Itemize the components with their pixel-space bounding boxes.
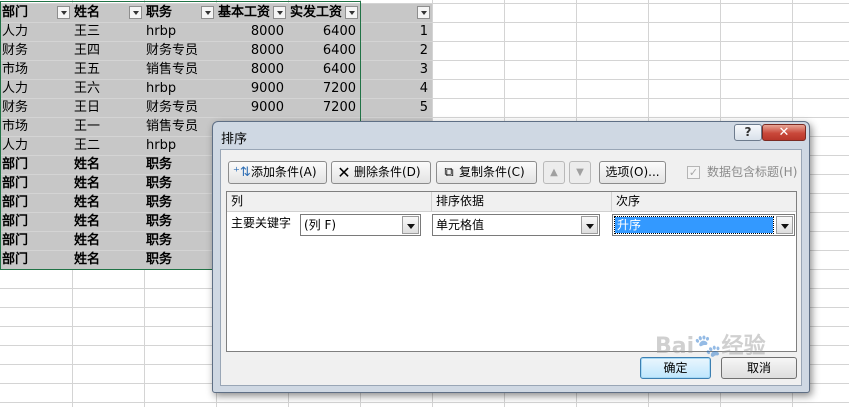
- move-up-icon: ▲: [550, 167, 558, 178]
- cell-paid-salary[interactable]: 7200: [288, 80, 360, 98]
- cell-dept[interactable]: 人力: [0, 80, 72, 98]
- cell-dept[interactable]: 人力: [0, 137, 72, 155]
- sort-on-select[interactable]: 单元格值: [432, 214, 600, 236]
- cell-dept[interactable]: 市场: [0, 118, 72, 136]
- column-header-order: 次序: [616, 194, 641, 208]
- move-up-button[interactable]: ▲: [543, 161, 565, 184]
- cell-name[interactable]: 姓名: [72, 156, 144, 174]
- cell-base-salary[interactable]: 8000: [216, 61, 288, 79]
- cancel-button[interactable]: 取消: [721, 357, 797, 379]
- filter-dropdown-icon[interactable]: [273, 6, 286, 19]
- cell-role[interactable]: 职务: [144, 213, 216, 231]
- chevron-down-icon[interactable]: [776, 216, 793, 234]
- cell-role[interactable]: hrbp: [144, 80, 216, 98]
- cell-base-salary[interactable]: 8000: [216, 23, 288, 41]
- cell-dept[interactable]: 部门: [0, 156, 72, 174]
- cell-f[interactable]: 2: [360, 42, 432, 60]
- cell-role[interactable]: 财务专员: [144, 42, 216, 60]
- options-button[interactable]: 选项(O)...: [599, 161, 666, 184]
- cell-name[interactable]: 姓名: [72, 175, 144, 193]
- cell-role[interactable]: hrbp: [144, 137, 216, 155]
- cell-paid-salary[interactable]: 7200: [288, 99, 360, 117]
- delete-level-button[interactable]: ✕ 删除条件(D): [331, 161, 431, 184]
- order-select[interactable]: 升序: [612, 214, 795, 236]
- delete-icon: ✕: [337, 163, 351, 182]
- cell-name[interactable]: 姓名: [72, 194, 144, 212]
- cell-dept[interactable]: 部门: [0, 194, 72, 212]
- cell-name[interactable]: 姓名: [72, 232, 144, 250]
- chevron-down-icon[interactable]: [402, 216, 419, 234]
- cell-dept[interactable]: 部门: [0, 251, 72, 269]
- filter-dropdown-icon[interactable]: [345, 6, 358, 19]
- column-header-column: 列: [231, 194, 244, 208]
- move-down-icon: ▼: [576, 167, 584, 178]
- cell-dept[interactable]: 部门: [0, 213, 72, 231]
- cell-name[interactable]: 王一: [72, 118, 144, 136]
- move-down-button[interactable]: ▼: [569, 161, 591, 184]
- cell-dept[interactable]: 部门: [0, 232, 72, 250]
- cell-base-salary[interactable]: 9000: [216, 99, 288, 117]
- cell-role[interactable]: 财务专员: [144, 99, 216, 117]
- primary-key-label: 主要关键字: [231, 216, 292, 230]
- ok-button[interactable]: 确定: [640, 357, 711, 379]
- cell-dept[interactable]: 财务: [0, 42, 72, 60]
- cell-role[interactable]: hrbp: [144, 23, 216, 41]
- cell-dept[interactable]: 市场: [0, 61, 72, 79]
- cell-role[interactable]: 销售专员: [144, 118, 216, 136]
- cell-name[interactable]: 王五: [72, 61, 144, 79]
- cell-base-salary[interactable]: 8000: [216, 42, 288, 60]
- filter-dropdown-icon[interactable]: [417, 6, 430, 19]
- cell-base-salary[interactable]: 9000: [216, 80, 288, 98]
- filter-dropdown-icon[interactable]: [129, 6, 142, 19]
- cell-name[interactable]: 王二: [72, 137, 144, 155]
- filter-dropdown-icon[interactable]: [201, 6, 214, 19]
- column-header-sort-on: 排序依据: [436, 194, 485, 208]
- cell-f[interactable]: 1: [360, 23, 432, 41]
- sort-levels-header: 列 排序依据 次序: [227, 192, 796, 212]
- cell-paid-salary[interactable]: 6400: [288, 23, 360, 41]
- cell-paid-salary[interactable]: 6400: [288, 61, 360, 79]
- cell-role[interactable]: 职务: [144, 251, 216, 269]
- cell-dept[interactable]: 财务: [0, 99, 72, 117]
- add-level-icon: ⁺⇅: [233, 165, 251, 180]
- sort-column-select[interactable]: (列 F): [300, 214, 421, 236]
- checkmark-icon: ✓: [687, 166, 700, 179]
- copy-icon: ⧉: [444, 165, 454, 180]
- cell-name[interactable]: 姓名: [72, 213, 144, 231]
- cell-f[interactable]: 3: [360, 61, 432, 79]
- watermark-logo: Bai🐾经验: [655, 334, 766, 359]
- cell-f[interactable]: 5: [360, 99, 432, 117]
- cell-f[interactable]: 4: [360, 80, 432, 98]
- cell-role[interactable]: 销售专员: [144, 61, 216, 79]
- cell-name[interactable]: 王三: [72, 23, 144, 41]
- chevron-down-icon[interactable]: [581, 216, 598, 234]
- cell-name[interactable]: 王日: [72, 99, 144, 117]
- cell-role[interactable]: 职务: [144, 175, 216, 193]
- cell-name[interactable]: 王六: [72, 80, 144, 98]
- cell-name[interactable]: 王四: [72, 42, 144, 60]
- cell-role[interactable]: 职务: [144, 194, 216, 212]
- gridline: [0, 402, 849, 403]
- cell-role[interactable]: 职务: [144, 232, 216, 250]
- cell-paid-salary[interactable]: 6400: [288, 42, 360, 60]
- help-button[interactable]: ?: [734, 124, 762, 141]
- copy-level-button[interactable]: ⧉ 复制条件(C): [436, 161, 537, 184]
- cell-role[interactable]: 职务: [144, 156, 216, 174]
- cell-dept[interactable]: 人力: [0, 23, 72, 41]
- cell-dept[interactable]: 部门: [0, 175, 72, 193]
- filter-dropdown-icon[interactable]: [57, 6, 70, 19]
- add-level-button[interactable]: ⁺⇅ 添加条件(A): [228, 161, 327, 184]
- cell-name[interactable]: 姓名: [72, 251, 144, 269]
- close-button[interactable]: ✕: [762, 124, 806, 141]
- dialog-title: 排序: [221, 132, 248, 147]
